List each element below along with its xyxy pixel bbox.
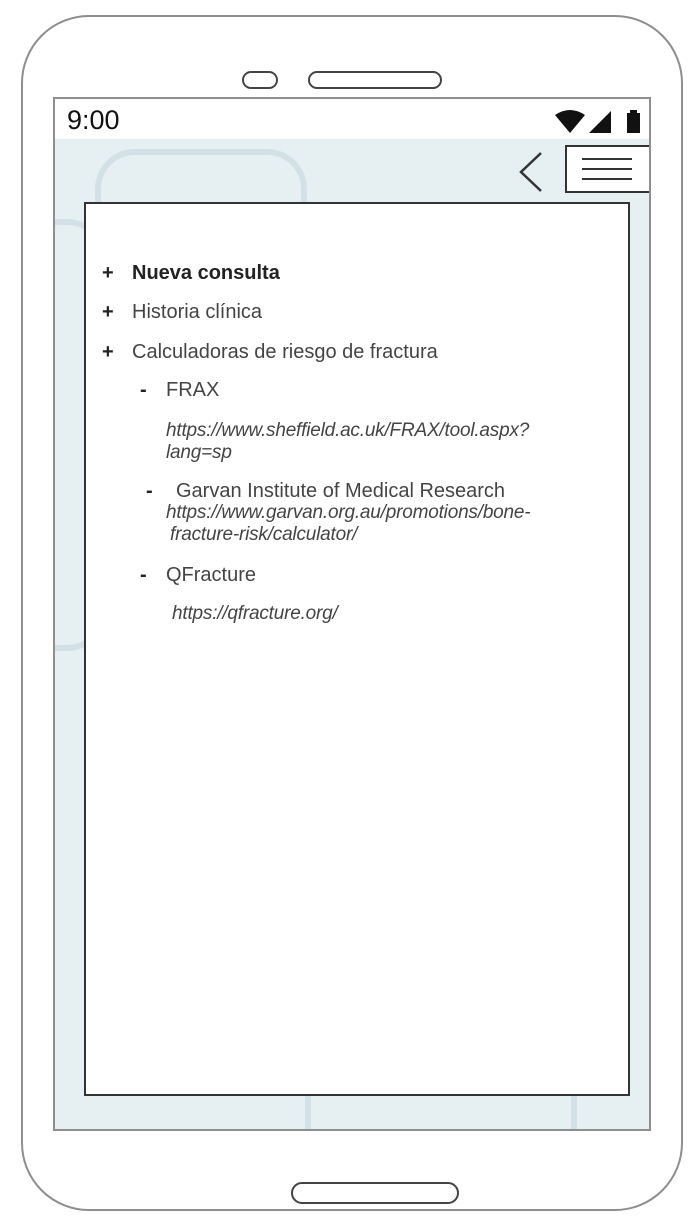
menu-item-label: Historia clínica [132,301,263,323]
menu-item-label: Nueva consulta [132,262,280,284]
status-bar: 9:00 [55,99,649,139]
phone-screen: 9:00 + Nueva consulta + Historia clínica… [53,97,651,1131]
qfracture-link[interactable]: https://qfracture.org/ [172,603,338,625]
menu-item-historia-clinica[interactable]: + Historia clínica [102,301,262,324]
garvan-link[interactable]: https://www.garvan.org.au/promotions/bon… [166,502,531,546]
front-camera [242,71,278,89]
signal-icon [589,111,611,133]
chevron-left-icon[interactable] [513,147,553,197]
dash-bullet: - [140,564,147,586]
dash-bullet: - [140,379,147,401]
menu-item-nueva-consulta[interactable]: + Nueva consulta [102,262,280,285]
plus-bullet: + [102,262,114,284]
home-button[interactable] [291,1182,459,1204]
menu-item-calculadoras[interactable]: + Calculadoras de riesgo de fractura [102,341,438,364]
submenu-item-label: FRAX [166,379,220,401]
frax-link[interactable]: https://www.sheffield.ac.uk/FRAX/tool.as… [166,420,529,464]
link-text-line: lang=sp [166,442,232,463]
battery-icon [627,110,640,133]
wifi-icon [555,110,585,133]
submenu-item-label: Garvan Institute of Medical Research [176,480,506,502]
plus-bullet: + [102,341,114,363]
menu-item-label: Calculadoras de riesgo de fractura [132,341,438,363]
submenu-item-garvan[interactable]: - Garvan Institute of Medical Research [146,480,505,503]
status-time: 9:00 [67,105,120,135]
link-text-line: https://www.sheffield.ac.uk/FRAX/tool.as… [166,420,530,441]
dash-bullet: - [146,480,153,502]
link-text-line: fracture-risk/calculator/ [170,524,358,545]
earpiece-speaker [308,71,442,89]
status-icons [555,109,643,135]
submenu-item-frax[interactable]: - FRAX [140,379,219,402]
submenu-item-label: QFracture [166,564,257,586]
link-text-line: https://www.garvan.org.au/promotions/bon… [166,502,531,523]
plus-bullet: + [102,301,114,323]
navigation-menu-panel: + Nueva consulta + Historia clínica + Calcu… [84,202,630,1096]
link-text-line: https://qfracture.org/ [172,603,338,624]
hamburger-menu-icon[interactable] [565,145,649,193]
submenu-item-qfracture[interactable]: - QFracture [140,564,256,587]
